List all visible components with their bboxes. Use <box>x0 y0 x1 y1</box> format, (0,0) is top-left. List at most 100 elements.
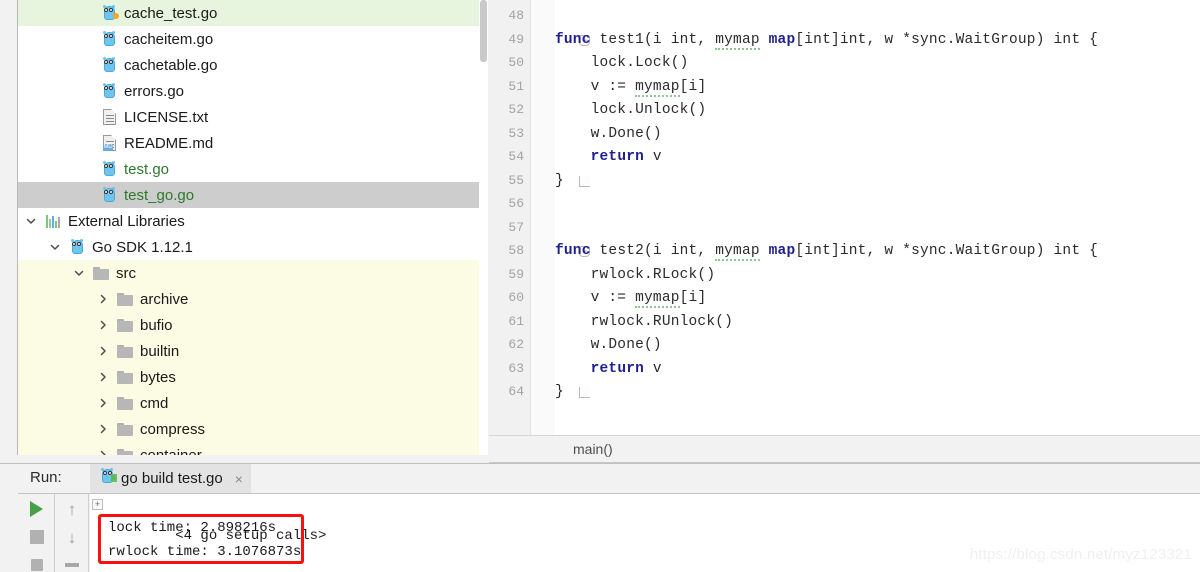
close-icon[interactable]: × <box>235 471 243 487</box>
tree-item-go-sdk-1-12-1[interactable]: Go SDK 1.12.1 <box>18 234 488 260</box>
code-line: lock.Lock() <box>555 55 689 71</box>
tree-item-label: errors.go <box>124 82 185 100</box>
tree-item-label: Go SDK 1.12.1 <box>92 238 193 256</box>
tree-item-src[interactable]: src <box>18 260 488 286</box>
run-tab-go-build[interactable]: go build test.go × <box>90 464 251 493</box>
line-number: 55 <box>508 172 524 188</box>
line-number: 57 <box>508 219 524 235</box>
tree-item-bytes[interactable]: bytes <box>18 364 488 390</box>
tree-item-errors-go[interactable]: errors.go <box>18 78 488 104</box>
arrow-down-icon[interactable]: ↓ <box>56 524 88 550</box>
chevron-right-icon[interactable] <box>98 320 114 330</box>
chevron-right-icon[interactable] <box>98 294 114 304</box>
play-icon[interactable] <box>19 496 54 522</box>
line-number: 62 <box>508 337 524 352</box>
tree-item-label: compress <box>140 420 206 438</box>
folder-icon <box>114 370 136 384</box>
breadcrumb-main[interactable]: main() <box>573 441 613 457</box>
tree-item-label: cacheitem.go <box>124 30 214 48</box>
tree-item-label: test.go <box>124 160 170 178</box>
line-number: 49 <box>508 31 524 47</box>
line-number: 51 <box>508 78 524 94</box>
code-line: } <box>555 172 564 189</box>
go-run-icon <box>100 468 117 489</box>
tree-item-label: src <box>116 264 136 282</box>
tree-item-readme-md[interactable]: MD README.md <box>18 130 488 156</box>
folder-icon <box>90 266 112 280</box>
go-sdk-icon <box>66 239 88 255</box>
folder-icon <box>114 344 136 358</box>
tree-item-cache-test-go[interactable]: cache_test.go <box>18 0 488 26</box>
code-line: func test2(i int, mymap map[int]int, w *… <box>555 243 1099 261</box>
chevron-down-icon[interactable] <box>26 216 42 226</box>
code-editor[interactable]: 48 49 50 51 52 53 54 55 56 57 58 59 60 61 62 63 64 − − fu… <box>489 0 1200 435</box>
expand-icon[interactable]: + <box>92 499 103 510</box>
line-number: 63 <box>508 360 524 376</box>
stop-icon[interactable] <box>19 524 54 550</box>
tree-item-compress[interactable]: compress <box>18 416 488 442</box>
wrap-icon[interactable] <box>56 552 88 572</box>
tree-item-test-go[interactable]: test.go <box>18 156 488 182</box>
chevron-right-icon[interactable] <box>98 372 114 382</box>
tree-item-label: builtin <box>140 342 180 360</box>
tree-item-label: cmd <box>140 394 169 412</box>
folder-icon <box>114 292 136 306</box>
tree-item-test-go-go[interactable]: test_go.go <box>18 182 488 208</box>
chevron-down-icon[interactable] <box>50 242 66 252</box>
code-line: w.Done() <box>555 125 662 142</box>
tree-item-label: test_go.go <box>124 186 195 204</box>
line-number: 64 <box>508 384 524 399</box>
tree-item-label: archive <box>140 290 189 308</box>
tree-item-license-txt[interactable]: LICENSE.txt <box>18 104 488 130</box>
tree-item-cacheitem-go[interactable]: cacheitem.go <box>18 26 488 52</box>
run-toolbar-left <box>19 494 55 572</box>
code-line: lock.Unlock() <box>555 102 707 118</box>
tree-item-archive[interactable]: archive <box>18 286 488 312</box>
breadcrumb: main() <box>489 435 1200 463</box>
console-output-line: lock time: 2.898216s <box>108 520 277 536</box>
tree-item-bufio[interactable]: bufio <box>18 312 488 338</box>
tree-scrollbar[interactable] <box>479 0 488 462</box>
line-number: 58 <box>508 243 524 258</box>
tree-item-cmd[interactable]: cmd <box>18 390 488 416</box>
tree-item-label: cache_test.go <box>124 4 218 22</box>
go-file-icon <box>98 31 120 47</box>
go-file-icon <box>98 161 120 177</box>
ide-window: cache_test.go cacheitem.go cachetable.go er… <box>0 0 1200 572</box>
chevron-right-icon[interactable] <box>98 424 114 434</box>
tree-item-external-libraries[interactable]: External Libraries <box>18 208 488 234</box>
arrow-up-icon[interactable]: ↑ <box>56 496 88 522</box>
go-file-run-icon <box>98 5 120 21</box>
pause-icon[interactable] <box>19 552 54 572</box>
tree-item-cachetable-go[interactable]: cachetable.go <box>18 52 488 78</box>
code-line: w.Done() <box>555 337 662 353</box>
code-line: } <box>555 384 564 400</box>
tree-item-label: bytes <box>140 368 176 386</box>
chevron-right-icon[interactable] <box>98 346 114 356</box>
go-file-icon <box>98 83 120 99</box>
go-file-icon <box>98 57 120 73</box>
markdown-file-icon: MD <box>98 135 120 151</box>
watermark: https://blog.csdn.net/myz123321 <box>969 546 1192 563</box>
console-output-line: rwlock time: 3.1076873s <box>108 544 302 560</box>
editor-code-area[interactable]: func test1(i int, mymap map[int]int, w *… <box>555 0 1200 435</box>
line-number: 61 <box>508 313 524 329</box>
line-number: 54 <box>508 149 524 164</box>
code-line: return v <box>590 149 662 165</box>
folder-icon <box>114 422 136 436</box>
code-line: v := mymap[i] <box>555 78 707 97</box>
tree-item-label: README.md <box>124 134 214 152</box>
tree-scrollbar-thumb[interactable] <box>480 0 487 62</box>
project-tree-panel[interactable]: cache_test.go cacheitem.go cachetable.go er… <box>18 0 488 462</box>
run-label: Run: <box>30 469 62 486</box>
line-number: 48 <box>508 8 524 23</box>
chevron-right-icon[interactable] <box>98 398 114 408</box>
editor-fold-gutter[interactable]: − − <box>531 0 590 435</box>
line-number: 50 <box>508 55 524 70</box>
folder-icon <box>114 318 136 332</box>
code-line: rwlock.RLock() <box>555 266 716 283</box>
tree-item-label: LICENSE.txt <box>124 108 209 126</box>
chevron-down-icon[interactable] <box>74 268 90 278</box>
tree-item-builtin[interactable]: builtin <box>18 338 488 364</box>
breadcrumb-left-filler <box>0 455 489 463</box>
